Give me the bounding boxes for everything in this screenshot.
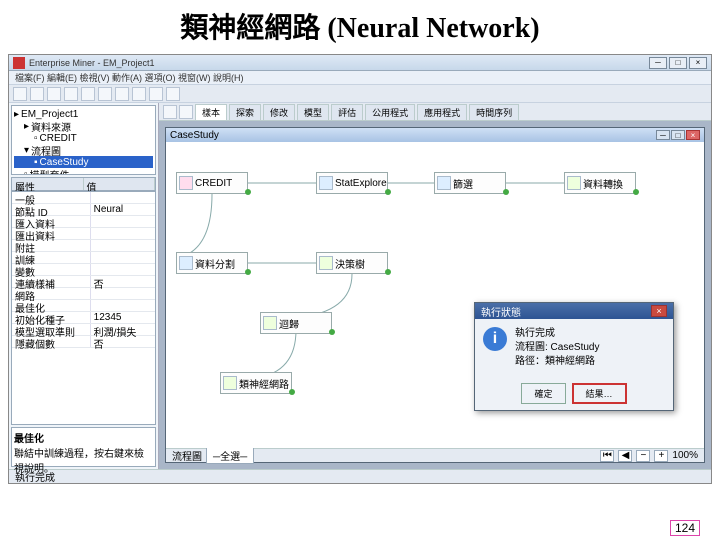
nav-first-icon[interactable]: ⏮: [600, 450, 614, 462]
transform-icon: [567, 176, 581, 190]
status-bar: 執行完成: [9, 469, 711, 483]
reg-icon: [263, 316, 277, 330]
stop-icon[interactable]: [179, 105, 193, 119]
flow-node-regression[interactable]: 迴歸: [260, 312, 332, 334]
right-panel: 樣本 探索 修改 模型 評估 公用程式 應用程式 時間序列 CaseStudy …: [159, 103, 711, 469]
tab[interactable]: 公用程式: [365, 104, 415, 120]
project-tree[interactable]: ▸ EM_Project1 ▸ 資料來源 ▫ CREDIT ▾ 流程圖 ▪ Ca…: [11, 105, 156, 175]
props-header: 屬性值: [11, 177, 156, 191]
tool-tabstrip: 樣本 探索 修改 模型 評估 公用程式 應用程式 時間序列: [159, 103, 711, 121]
dialog-close-button[interactable]: ×: [651, 305, 667, 317]
status-dot: [329, 329, 335, 335]
maximize-button[interactable]: □: [669, 57, 687, 69]
run-icon[interactable]: [163, 105, 177, 119]
dialog-text: 執行完成 流程圖: CaseStudy 路徑：類神經網路: [515, 327, 599, 369]
inner-close-button[interactable]: ×: [686, 130, 700, 140]
tab[interactable]: 探索: [229, 104, 261, 120]
menubar[interactable]: 檔案(F) 編輯(E) 檢視(V) 動作(A) 選項(O) 視窗(W) 說明(H…: [9, 71, 711, 85]
explore-icon: [319, 176, 333, 190]
toolbar: [9, 85, 711, 103]
dialog-title: 執行狀態: [481, 304, 521, 319]
tb-btn[interactable]: [30, 87, 44, 101]
status-dot: [633, 189, 639, 195]
flow-node-tree[interactable]: 決策樹: [316, 252, 388, 274]
inner-min-button[interactable]: ─: [656, 130, 670, 140]
zoom-select[interactable]: ─全選─: [206, 447, 254, 464]
app-titlebar: Enterprise Miner - EM_Project1 ─ □ ×: [9, 55, 711, 71]
left-panel: ▸ EM_Project1 ▸ 資料來源 ▫ CREDIT ▾ 流程圖 ▪ Ca…: [9, 103, 159, 469]
info-icon: i: [483, 327, 507, 351]
status-dot: [245, 269, 251, 275]
flow-node-partition[interactable]: 資料分割: [176, 252, 248, 274]
results-button[interactable]: 結果…: [572, 383, 627, 404]
status-text: 執行完成: [15, 469, 55, 484]
tree-row[interactable]: ▸ 資料來源: [14, 120, 153, 132]
tb-btn[interactable]: [13, 87, 27, 101]
status-dot: [289, 389, 295, 395]
flow-node-filter[interactable]: 篩選: [434, 172, 506, 194]
tb-btn[interactable]: [98, 87, 112, 101]
tab[interactable]: 評估: [331, 104, 363, 120]
ds-icon: [179, 176, 193, 190]
flow-canvas[interactable]: CREDIT StatExplore 篩選 資料轉換 資料分割 決策樹 迴歸: [166, 142, 704, 448]
slide-title: 類神經網路 (Neural Network): [0, 0, 720, 54]
status-dot: [385, 269, 391, 275]
tab[interactable]: 時間序列: [469, 104, 519, 120]
tb-btn[interactable]: [81, 87, 95, 101]
tab[interactable]: 應用程式: [417, 104, 467, 120]
tb-btn[interactable]: [64, 87, 78, 101]
diagram-titlebar: CaseStudy ─ □ ×: [166, 128, 704, 142]
zoom-bar: 流程圖 ─全選─ ⏮ ◀ − + 100%: [166, 448, 704, 462]
flow-node-transform[interactable]: 資料轉換: [564, 172, 636, 194]
tree-row[interactable]: ▾ 流程圖: [14, 144, 153, 156]
zoom-in-icon[interactable]: +: [654, 450, 668, 462]
app-window: Enterprise Miner - EM_Project1 ─ □ × 檔案(…: [8, 54, 712, 484]
tree-icon: [319, 256, 333, 270]
canvas-container: CaseStudy ─ □ ×: [159, 121, 711, 469]
zoom-out-icon[interactable]: −: [636, 450, 650, 462]
status-dot: [245, 189, 251, 195]
tab[interactable]: 修改: [263, 104, 295, 120]
minimize-button[interactable]: ─: [649, 57, 667, 69]
notes-panel: 最佳化 聯結中訓練過程，按右鍵來檢視說明。: [11, 427, 156, 467]
status-dot: [503, 189, 509, 195]
properties-panel[interactable]: 一般 節點 IDNeural 匯入資料 匯出資料 附註 訓練 變數 連續樣補否 …: [11, 191, 156, 425]
run-status-dialog: 執行狀態 × i 執行完成 流程圖: CaseStudy 路徑：類神經網路: [474, 302, 674, 411]
tb-btn[interactable]: [149, 87, 163, 101]
tree-row[interactable]: ▫ 模型套件: [14, 168, 153, 175]
partition-icon: [179, 256, 193, 270]
dialog-titlebar: 執行狀態 ×: [475, 303, 673, 319]
inner-max-button[interactable]: □: [671, 130, 685, 140]
tb-btn[interactable]: [166, 87, 180, 101]
flow-node-credit[interactable]: CREDIT: [176, 172, 248, 194]
zoom-label: 流程圖: [172, 448, 202, 463]
diagram-window: CaseStudy ─ □ ×: [165, 127, 705, 463]
diagram-title: CaseStudy: [170, 130, 219, 141]
ok-button[interactable]: 確定: [521, 383, 565, 404]
app-title: Enterprise Miner - EM_Project1: [29, 58, 155, 68]
flow-node-statexplore[interactable]: StatExplore: [316, 172, 388, 194]
app-icon: [13, 57, 25, 69]
tab[interactable]: 樣本: [195, 104, 227, 120]
window-buttons: ─ □ ×: [649, 57, 707, 69]
page-number: 124: [670, 520, 700, 536]
nav-prev-icon[interactable]: ◀: [618, 450, 632, 462]
nn-icon: [223, 376, 237, 390]
tb-btn[interactable]: [115, 87, 129, 101]
filter-icon: [437, 176, 451, 190]
flow-node-neural[interactable]: 類神經網路: [220, 372, 292, 394]
zoom-percent: 100%: [672, 450, 698, 461]
tb-btn[interactable]: [132, 87, 146, 101]
status-dot: [385, 189, 391, 195]
close-button[interactable]: ×: [689, 57, 707, 69]
tb-btn[interactable]: [47, 87, 61, 101]
tab[interactable]: 模型: [297, 104, 329, 120]
